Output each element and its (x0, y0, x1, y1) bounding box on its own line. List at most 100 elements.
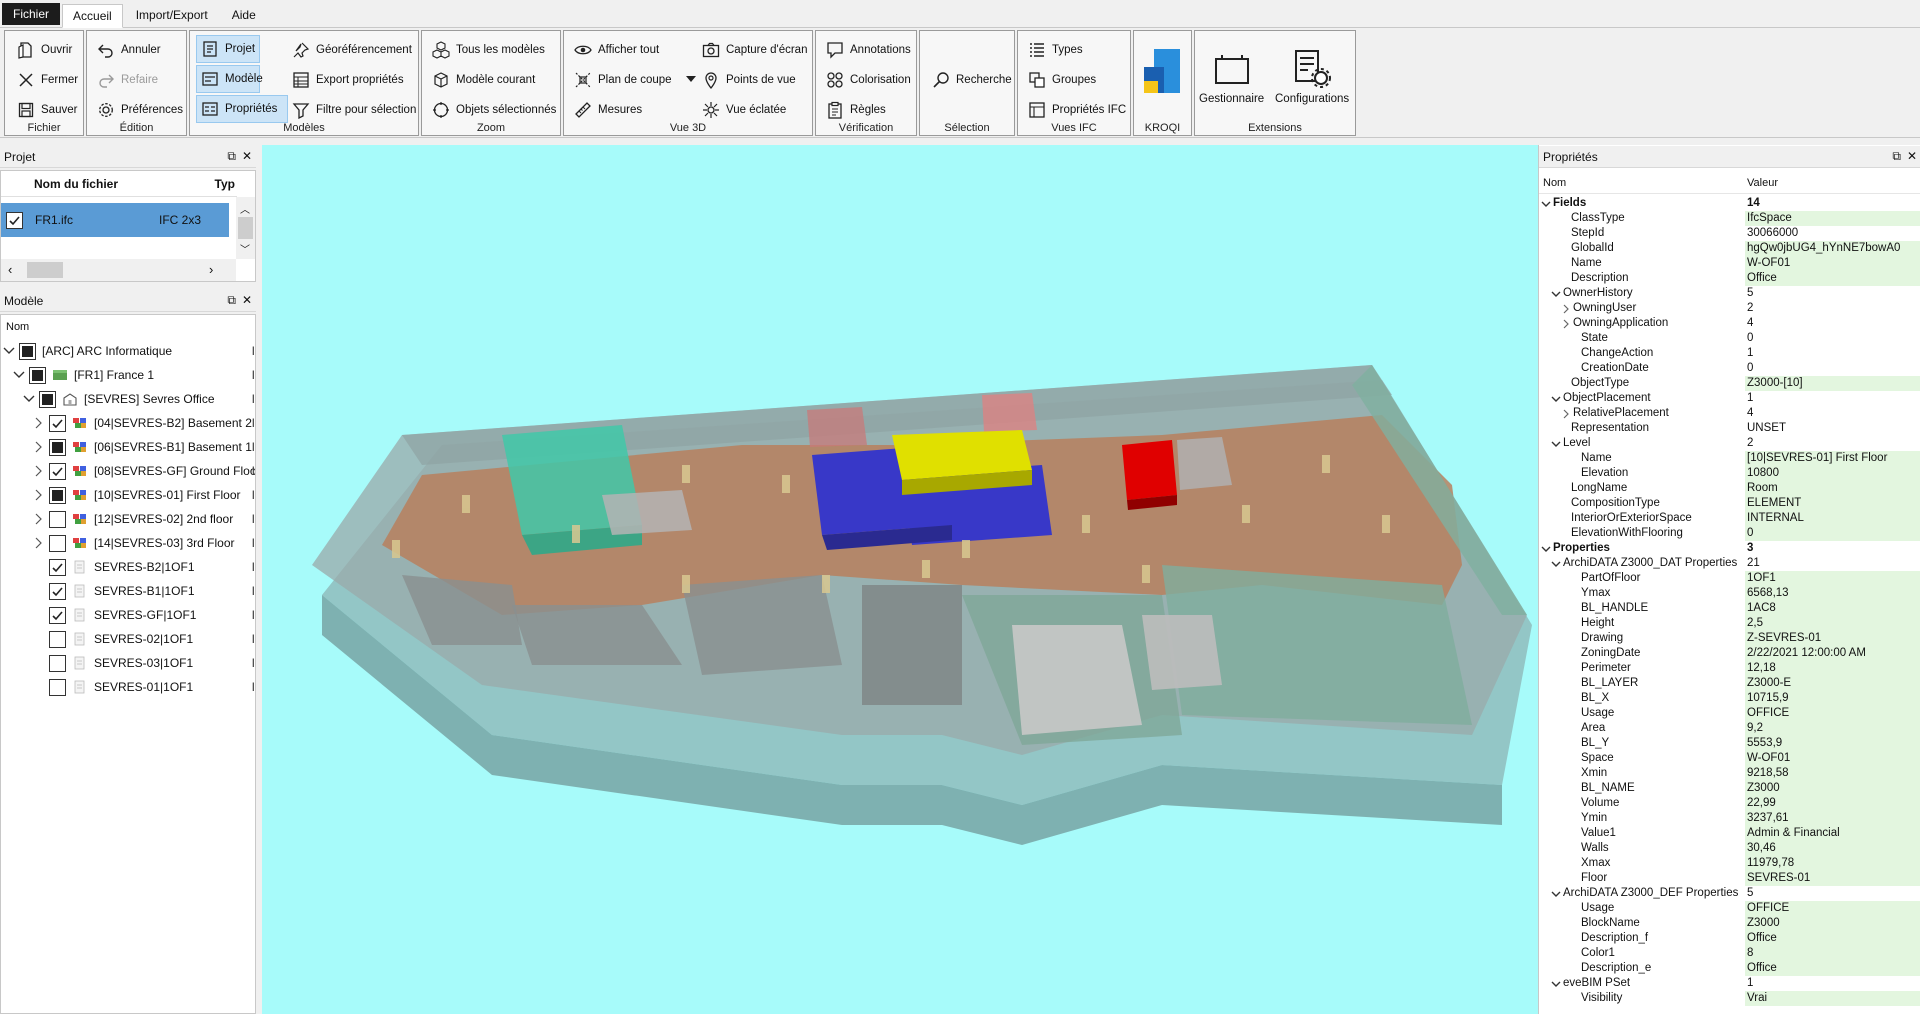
save-button[interactable]: Sauver (13, 96, 81, 124)
column-valeur[interactable]: Valeur (1747, 177, 1778, 189)
rules-button[interactable]: Règles (822, 96, 890, 124)
property-row[interactable]: Level 2 (1539, 436, 1920, 451)
properties-toggle-button[interactable]: Propriétés (196, 95, 288, 123)
property-row[interactable]: Properties 3 (1539, 541, 1920, 556)
tree-item[interactable]: [FR1] France 1 I (1, 363, 255, 387)
tree-checkbox[interactable] (49, 582, 66, 600)
selection-filter-button[interactable]: Filtre pour sélection (288, 96, 420, 124)
scroll-up-icon[interactable]: ︿ (240, 201, 250, 216)
chevron-right-icon[interactable] (1561, 316, 1571, 331)
close-panel-icon[interactable]: ✕ (242, 149, 252, 164)
chevron-right-icon[interactable] (33, 537, 45, 549)
property-row[interactable]: ZoningDate 2/22/2021 12:00:00 AM (1539, 646, 1920, 661)
tree-item[interactable]: SEVRES-GF|1OF1 I (1, 603, 255, 627)
tree-checkbox[interactable] (49, 678, 66, 696)
project-checkbox[interactable] (6, 211, 23, 229)
georeferencing-button[interactable]: Géoréférencement (288, 36, 416, 64)
tree-item[interactable]: [06|SEVRES-B1] Basement 1I (1, 435, 255, 459)
property-row[interactable]: Perimeter 12,18 (1539, 661, 1920, 676)
tree-item[interactable]: SEVRES-02|1OF1 I (1, 627, 255, 651)
tab-fichier[interactable]: Fichier (2, 3, 61, 25)
project-toggle-button[interactable]: Projet (196, 35, 260, 63)
chevron-right-icon[interactable] (1561, 406, 1571, 421)
open-button[interactable]: Ouvrir (13, 36, 76, 64)
tree-checkbox[interactable] (49, 462, 66, 480)
project-row[interactable]: FR1.ifc IFC 2x3 (1, 203, 229, 237)
chevron-down-icon[interactable] (13, 369, 25, 381)
chevron-down-icon[interactable] (23, 393, 35, 405)
column-filename[interactable]: Nom du fichier (1, 177, 151, 191)
property-row[interactable]: Usage OFFICE (1539, 901, 1920, 916)
tree-checkbox[interactable] (49, 486, 66, 504)
property-row[interactable]: Color1 8 (1539, 946, 1920, 961)
building-model-3d[interactable] (262, 145, 1538, 1014)
tree-item[interactable]: SEVRES-B2|1OF1 I (1, 555, 255, 579)
column-nom[interactable]: Nom (1543, 177, 1566, 189)
property-row[interactable]: Value1 Admin & Financial (1539, 826, 1920, 841)
property-row[interactable]: BlockName Z3000 (1539, 916, 1920, 931)
projet-horizontal-scrollbar[interactable]: ‹ › (1, 259, 236, 281)
chevron-down-icon[interactable] (1551, 556, 1561, 571)
tree-checkbox[interactable] (49, 438, 66, 456)
chevron-right-icon[interactable] (33, 465, 45, 477)
tab-accueil[interactable]: Accueil (62, 4, 123, 28)
measures-button[interactable]: Mesures (570, 96, 646, 124)
tree-checkbox[interactable] (49, 414, 66, 432)
chevron-down-icon[interactable] (3, 345, 15, 357)
property-row[interactable]: GlobalId hgQw0jbUG4_hYnNE7bowA0 (1539, 241, 1920, 256)
chevron-right-icon[interactable] (33, 417, 45, 429)
chevron-right-icon[interactable] (33, 441, 45, 453)
tree-item[interactable]: [14|SEVRES-03] 3rd Floor I (1, 531, 255, 555)
property-row[interactable]: ObjectType Z3000-[10] (1539, 376, 1920, 391)
tree-checkbox[interactable] (49, 606, 66, 624)
property-row[interactable]: BL_NAME Z3000 (1539, 781, 1920, 796)
scroll-thumb[interactable] (238, 217, 253, 239)
chevron-down-icon[interactable] (1551, 886, 1561, 901)
ifc-properties-button[interactable]: Propriétés IFC (1024, 96, 1130, 124)
property-row[interactable]: State 0 (1539, 331, 1920, 346)
property-row[interactable]: BL_X 10715,9 (1539, 691, 1920, 706)
property-row[interactable]: PartOfFloor 1OF1 (1539, 571, 1920, 586)
property-row[interactable]: Xmax 11979,78 (1539, 856, 1920, 871)
property-row[interactable]: ChangeAction 1 (1539, 346, 1920, 361)
tree-checkbox[interactable] (49, 510, 66, 528)
chevron-down-icon[interactable] (1551, 286, 1561, 301)
show-all-button[interactable]: Afficher tout (570, 36, 663, 64)
property-row[interactable]: ElevationWithFlooring 0 (1539, 526, 1920, 541)
red-room[interactable] (1122, 440, 1177, 500)
property-row[interactable]: BL_HANDLE 1AC8 (1539, 601, 1920, 616)
scroll-right-icon[interactable]: › (209, 262, 213, 277)
close-panel-icon[interactable]: ✕ (1907, 149, 1917, 164)
property-row[interactable]: Name [10|SEVRES-01] First Floor (1539, 451, 1920, 466)
manager-button[interactable]: Gestionnaire (1199, 49, 1264, 105)
tree-item[interactable]: SEVRES-01|1OF1 I (1, 675, 255, 699)
property-row[interactable]: ClassType IfcSpace (1539, 211, 1920, 226)
tree-item[interactable]: [10|SEVRES-01] First Floor I (1, 483, 255, 507)
float-panel-icon[interactable]: ⧉ (1892, 149, 1901, 164)
chevron-right-icon[interactable] (1561, 301, 1571, 316)
property-row[interactable]: Representation UNSET (1539, 421, 1920, 436)
property-row[interactable]: Area 9,2 (1539, 721, 1920, 736)
property-row[interactable]: Floor SEVRES-01 (1539, 871, 1920, 886)
tree-checkbox[interactable] (49, 534, 66, 552)
scroll-down-icon[interactable]: ﹀ (240, 241, 250, 256)
zoom-selected-objects-button[interactable]: Objets sélectionnés (428, 96, 560, 124)
close-button[interactable]: Fermer (13, 66, 82, 94)
preferences-button[interactable]: Préférences (93, 96, 187, 124)
property-row[interactable]: eveBIM PSet 1 (1539, 976, 1920, 991)
configurations-button[interactable]: Configurations (1275, 49, 1349, 105)
property-row[interactable]: OwningApplication 4 (1539, 316, 1920, 331)
tree-checkbox[interactable] (29, 366, 46, 384)
tree-checkbox[interactable] (49, 630, 66, 648)
property-row[interactable]: Description_e Office (1539, 961, 1920, 976)
tree-checkbox[interactable] (49, 654, 66, 672)
section-plane-button[interactable]: Plan de coupe (570, 66, 700, 94)
modele-column-name[interactable]: Nom (6, 321, 29, 333)
float-panel-icon[interactable]: ⧉ (227, 149, 236, 164)
exploded-view-button[interactable]: Vue éclatée (698, 96, 790, 124)
property-row[interactable]: Height 2,5 (1539, 616, 1920, 631)
tab-import-export[interactable]: Import/Export (125, 3, 219, 27)
chevron-right-icon[interactable] (33, 513, 45, 525)
colorization-button[interactable]: Colorisation (822, 66, 915, 94)
kroqi-button[interactable] (1142, 47, 1182, 97)
